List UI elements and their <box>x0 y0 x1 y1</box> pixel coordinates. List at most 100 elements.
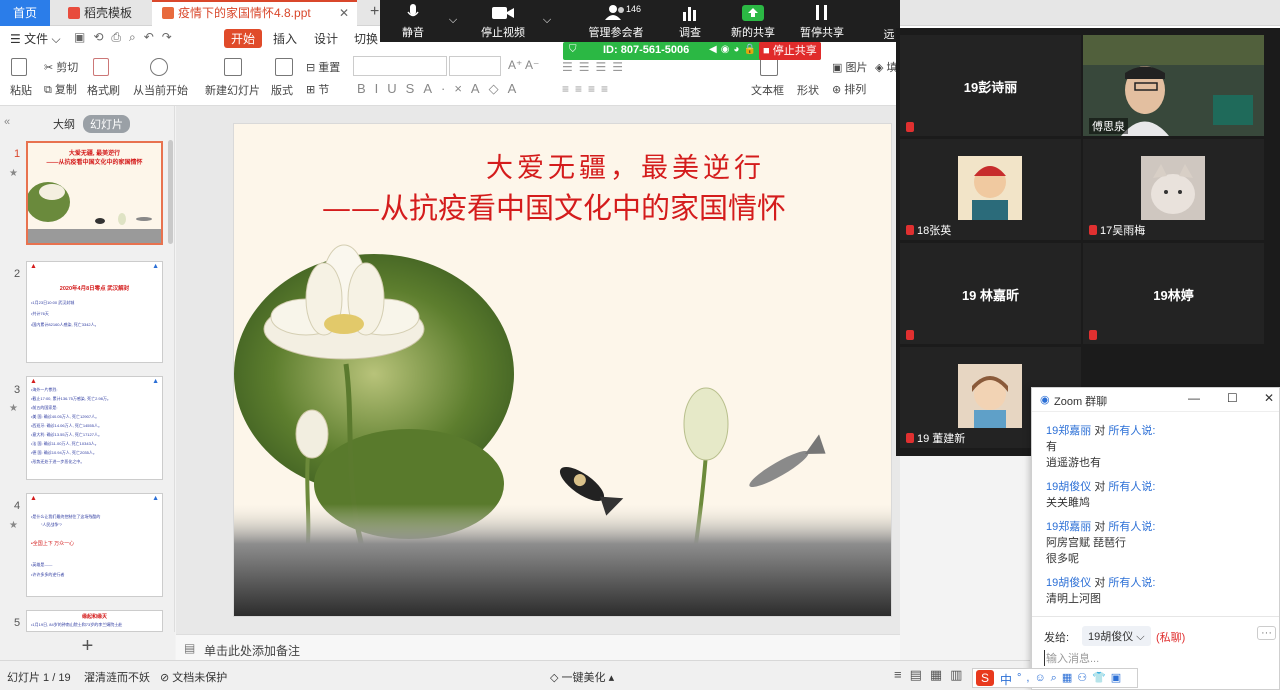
panel-scrollbar[interactable] <box>168 140 173 244</box>
paste-button[interactable]: 粘贴 <box>10 82 32 98</box>
font-size-select[interactable] <box>449 56 501 76</box>
menu-switch[interactable]: 切换 <box>354 30 378 47</box>
thumb-3-mark-blue: ▲ <box>152 378 159 385</box>
slide-1[interactable]: 大爱无疆，最美逆行 ——从抗疫看中国文化中的家国情怀 <box>233 123 892 617</box>
tab-document[interactable]: 疫情下的家国情怀4.8.ppt ✕ <box>152 0 357 26</box>
thumb-4-line-1: •是什么让我们最终控制住了这场残酷的 <box>31 514 101 519</box>
notes-icon: ▤ <box>184 641 196 655</box>
tab-template-label: 稻壳模板 <box>84 6 133 20</box>
chat-more-button[interactable]: ··· <box>1257 626 1276 640</box>
picture-label: 图片 <box>845 62 868 74</box>
sogou-logo-icon: S <box>976 670 994 686</box>
view-mode-icons[interactable]: ≡▤▦▥ <box>894 667 970 683</box>
thumb-2-line-2: •共计76天 <box>31 311 49 316</box>
ime-tool-icons[interactable]: °,☺⌕▦⚇👕▣ <box>1017 671 1126 685</box>
participant-tile-1[interactable]: 19彭诗丽 <box>900 35 1081 136</box>
participant-1-mic-muted-icon <box>906 122 917 134</box>
participant-tile-5[interactable]: 19 林嘉昕 <box>900 243 1081 344</box>
mute-button[interactable]: 静音 <box>396 4 430 40</box>
reset-button[interactable]: ⊟ 重置 <box>306 59 340 75</box>
minimize-icon[interactable]: — <box>1188 391 1200 405</box>
participant-tile-4[interactable]: 17吴雨梅 <box>1083 139 1264 240</box>
send-to-label: 发给: <box>1044 632 1070 644</box>
video-options-icon[interactable]: ⌵ <box>540 14 554 27</box>
thumbnail-4[interactable]: ▲ ▲ •是什么让我们最终控制住了这场残酷的 “人民战争”? •全国上下 万众一… <box>26 493 163 597</box>
beautify-button[interactable]: ◇ 一键美化 ▴ <box>550 669 614 685</box>
arrange-button[interactable]: ⊛ 排列 <box>832 81 866 97</box>
chat-message-1-sender[interactable]: 19郑嘉丽 <box>1046 425 1091 437</box>
participant-7-label: 19 董建新 <box>906 430 965 446</box>
shape-button[interactable]: 形状 <box>797 82 819 98</box>
menu-design[interactable]: 设计 <box>314 30 338 47</box>
format-painter-button[interactable]: 格式刷 <box>87 82 120 98</box>
participant-count: 146 <box>626 4 642 14</box>
paragraph-icons[interactable]: ☰☰☰☰ <box>562 60 629 74</box>
notes-pane[interactable]: ▤ 单击此处添加备注 <box>176 634 900 660</box>
picture-button[interactable]: ▣ 图片 <box>832 59 867 75</box>
menu-start[interactable]: 开始 <box>224 29 263 48</box>
participant-7-avatar <box>958 364 1022 428</box>
poll-button[interactable]: 调查 <box>675 4 705 40</box>
pause-share-label: 暂停共享 <box>800 27 844 39</box>
quick-access-icons[interactable]: ▣⟲⎙⌕↶↷ <box>74 30 180 45</box>
format-painter-icon[interactable] <box>93 58 109 76</box>
section-button[interactable]: ⊞ 节 <box>306 81 329 97</box>
copy-button[interactable]: ⧉ 复制 <box>44 81 77 97</box>
chat-message-2-sender[interactable]: 19胡俊仪 <box>1046 481 1091 493</box>
document-protection[interactable]: ⊘ 文档未保护 <box>160 669 227 685</box>
thumbnail-3[interactable]: ▲ ▲ •海外一片惨烈: •截止17:00, 累计136.75万感染, 死亡2.… <box>26 376 163 480</box>
menu-file[interactable]: ☰ 文件 ⌵ <box>10 30 61 47</box>
shield-icon: ⛉ <box>569 44 577 55</box>
cut-button[interactable]: ✂ 剪切 <box>44 59 78 75</box>
participant-tile-3[interactable]: 18张英 <box>900 139 1081 240</box>
notes-placeholder[interactable]: 单击此处添加备注 <box>204 642 300 659</box>
text-format-icons[interactable]: BIUSA·×A◇A <box>357 81 525 97</box>
chat-message-4-sender[interactable]: 19胡俊仪 <box>1046 577 1091 589</box>
thumbnail-1[interactable]: 大爱无疆, 最美逆行 ——从抗疫看中国文化中的家国情怀 <box>26 141 163 245</box>
layout-icon[interactable] <box>275 58 293 76</box>
paste-icon[interactable] <box>11 58 27 76</box>
new-slide-button[interactable]: 新建幻灯片 <box>205 82 260 98</box>
collapse-panel-icon[interactable]: « <box>4 116 10 128</box>
tab-template[interactable]: 稻壳模板 <box>58 0 148 26</box>
play-icon[interactable] <box>150 58 168 76</box>
theme-name[interactable]: 濯清涟而不妖 <box>84 669 150 685</box>
new-slide-icon[interactable] <box>224 58 242 76</box>
textbox-button[interactable]: 文本框 <box>751 82 784 98</box>
maximize-icon[interactable]: ☐ <box>1227 391 1238 405</box>
font-name-select[interactable] <box>353 56 447 76</box>
new-share-button[interactable]: 新的共享 <box>728 4 778 40</box>
pause-share-button[interactable]: 暂停共享 <box>800 4 844 40</box>
stop-share-button[interactable]: ■ 停止共享 <box>759 42 821 60</box>
participant-3-label: 18张英 <box>906 222 951 238</box>
tab-home[interactable]: 首页 <box>0 0 50 26</box>
chat-message-input[interactable]: 输入消息... <box>1044 650 1099 666</box>
layout-button[interactable]: 版式 <box>271 82 293 98</box>
chat-message-4-line-1: 清明上河图 <box>1046 593 1101 605</box>
ime-mode[interactable]: 中 <box>1000 671 1012 688</box>
font-grow-icon[interactable]: A⁺ A⁻ <box>508 58 539 72</box>
thumbnail-2[interactable]: ▲ ▲ 2020年4月8日零点 武汉解封 •1月23日10:00 武汉封城 •共… <box>26 261 163 363</box>
participant-tile-6[interactable]: 19林婷 <box>1083 243 1264 344</box>
meeting-id[interactable]: ID: 807-561-5006 <box>603 44 689 56</box>
close-chat-icon[interactable]: ✕ <box>1264 391 1274 405</box>
participant-3-mic-muted-icon <box>906 225 914 235</box>
participant-5-mic-muted-icon <box>906 330 917 342</box>
thumbnail-5[interactable]: 缘起和缘灭 •1月19日, 84岁的钟南山院士和73岁的李兰娟院士赴 <box>26 610 163 632</box>
tab-slides[interactable]: 幻灯片 <box>83 115 130 133</box>
input-method-bar[interactable]: S 中 °,☺⌕▦⚇👕▣ <box>972 668 1138 688</box>
tab-outline[interactable]: 大纲 <box>53 116 75 132</box>
add-slide-button[interactable]: + <box>0 632 175 660</box>
close-tab-icon[interactable]: ✕ <box>339 2 349 24</box>
stop-video-button[interactable]: 停止视频 <box>478 4 528 40</box>
menu-insert[interactable]: 插入 <box>273 30 297 47</box>
recipient-select[interactable]: 19胡俊仪 ⌵ <box>1082 626 1151 646</box>
textbox-icon[interactable] <box>760 58 778 76</box>
chat-message-3-sender[interactable]: 19郑嘉丽 <box>1046 521 1091 533</box>
thumb-4-line-4: •英雄是—— <box>31 562 53 567</box>
new-share-label: 新的共享 <box>731 27 775 39</box>
audio-options-icon[interactable]: ⌵ <box>446 14 460 27</box>
align-icons[interactable]: ≡≡≡≡ <box>562 82 614 96</box>
participant-tile-2[interactable]: 傅思泉 <box>1083 35 1264 136</box>
play-from-current-button[interactable]: 从当前开始 <box>133 82 188 98</box>
